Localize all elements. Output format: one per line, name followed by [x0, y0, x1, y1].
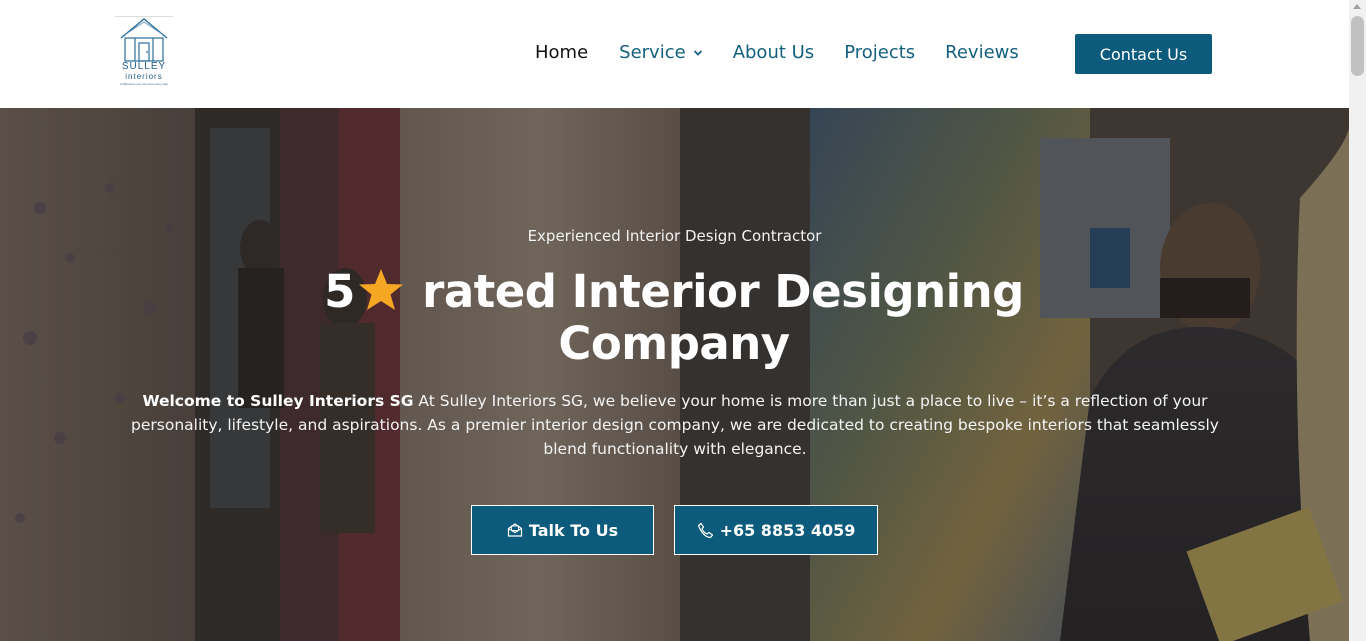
phone-label: +65 8853 4059 [719, 520, 856, 540]
contact-us-button[interactable]: Contact Us [1075, 34, 1212, 74]
nav-projects[interactable]: Projects [844, 42, 915, 63]
chevron-down-icon [693, 49, 702, 56]
logo-sub: interiors [125, 72, 163, 81]
hero-title-rest: rated Interior Designing [422, 265, 1024, 318]
nav-home[interactable]: Home [535, 42, 588, 63]
phone-button[interactable]: +65 8853 4059 [674, 505, 878, 555]
nav-service[interactable]: Service [619, 42, 703, 63]
nav-service-label: Service [619, 42, 686, 63]
hero-desc-strong: Welcome to Sulley Interiors SG [142, 392, 414, 410]
logo-brand: SULLEY [121, 61, 167, 72]
site-header: SULLEY interiors a difference you can tr… [0, 0, 1349, 108]
hero-description: Welcome to Sulley Interiors SG At Sulley… [112, 389, 1238, 461]
hero-title-number: 5 [324, 265, 355, 318]
house-logo-icon [115, 16, 173, 62]
mail-icon [507, 523, 522, 537]
hero-eyebrow: Experienced Interior Design Contractor [527, 227, 822, 245]
talk-to-us-label: Talk To Us [528, 520, 619, 540]
phone-icon [697, 522, 713, 538]
nav-about[interactable]: About Us [733, 42, 815, 63]
star-icon [358, 269, 403, 310]
page-scrollbar[interactable] [1349, 0, 1366, 641]
talk-to-us-button[interactable]: Talk To Us [471, 505, 654, 555]
nav-reviews[interactable]: Reviews [945, 42, 1019, 63]
hero-content: Experienced Interior Design Contractor 5… [0, 108, 1349, 641]
scroll-thumb[interactable] [1351, 16, 1364, 76]
logo-tagline: a difference you can trust every step [119, 82, 169, 86]
site-logo[interactable]: SULLEY interiors a difference you can tr… [115, 16, 173, 91]
hero-section: Experienced Interior Design Contractor 5… [0, 108, 1349, 641]
scroll-up-arrow[interactable] [1353, 4, 1361, 9]
hero-title-line2: Company [558, 317, 790, 370]
logo-wordmark: SULLEY interiors a difference you can tr… [115, 62, 173, 86]
main-nav: Home Service About Us Projects Reviews [535, 42, 1019, 63]
hero-title: 5 rated Interior Designing Company [274, 266, 1074, 370]
